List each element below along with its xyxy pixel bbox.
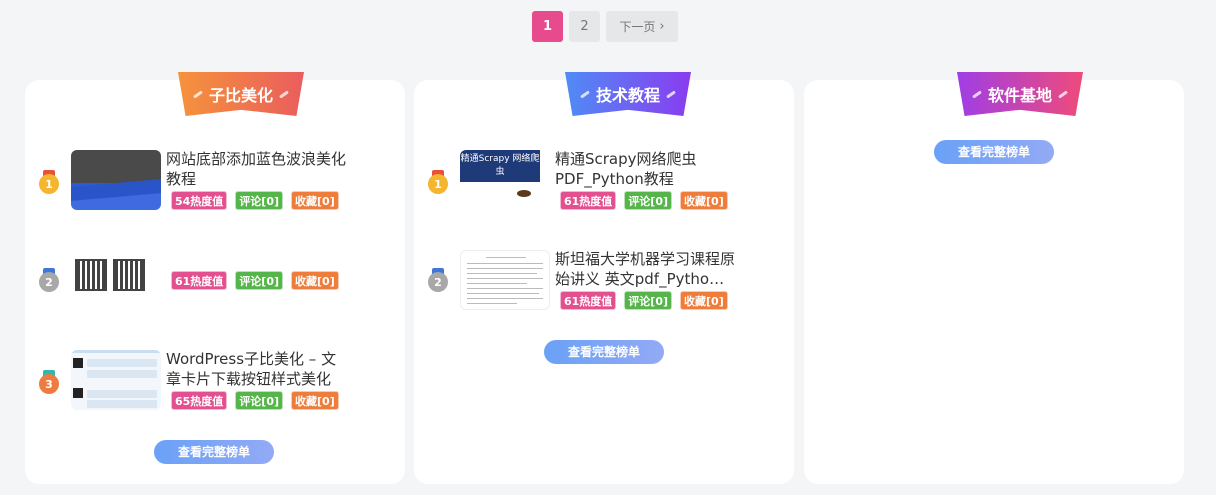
hot-value-badge: 61热度值 [560,191,617,210]
spider-icon [517,190,531,197]
rank-badge-icon: 3 [39,370,59,394]
hot-value-badge: 61热度值 [560,291,617,310]
ribbon-decoration [1058,89,1068,99]
ribbon-decoration [580,89,590,99]
list-item[interactable]: 2 斯坦福大学机器学习课程原始讲义 英文pdf_Pytho… 61热度值 评论[… [414,250,794,312]
favorite-count-badge: 收藏[0] [680,291,728,310]
comment-count-badge: 评论[0] [624,191,673,210]
item-title-link[interactable]: 精通Scrapy网络爬虫PDF_Python教程 [555,149,740,189]
favorite-count-badge: 收藏[0] [680,191,728,210]
item-tags: 61热度值 评论[0] 收藏[0] [560,191,728,210]
thumbnail-image[interactable]: 精通Scrapy 网络爬虫 [460,150,550,210]
card-ribbon-title: 技术教程 [565,72,691,116]
comment-count-badge: 评论[0] [624,291,673,310]
ranking-card-tech-tutorials: 技术教程 1 精通Scrapy 网络爬虫 精通Scrapy网络爬虫PDF_Pyt… [414,72,794,484]
pagination: 1 2 下一页 › [532,11,678,42]
item-tags: 61热度值 评论[0] 收藏[0] [560,291,728,310]
comment-count-badge: 评论[0] [235,191,284,210]
item-tags: 54热度值 评论[0] 收藏[0] [171,191,339,210]
hot-value-badge: 61热度值 [171,271,228,290]
favorite-count-badge: 收藏[0] [291,391,339,410]
page-2-button[interactable]: 2 [569,11,600,42]
comment-count-badge: 评论[0] [235,271,284,290]
list-item[interactable]: 2 61热度值 评论[0] 收藏[0] [25,250,405,312]
hot-value-badge: 54热度值 [171,191,228,210]
favorite-count-badge: 收藏[0] [291,271,339,290]
next-page-button[interactable]: 下一页 › [606,11,678,42]
card-ribbon-title: 子比美化 [178,72,304,116]
rank-badge-icon: 1 [39,170,59,194]
item-title-link[interactable]: 网站底部添加蓝色波浪美化教程 [166,149,351,189]
card-title: 软件基地 [987,86,1052,105]
view-full-ranking-button[interactable]: 查看完整榜单 [154,440,274,464]
ribbon-decoration [279,89,289,99]
item-tags: 65热度值 评论[0] 收藏[0] [171,391,339,410]
card-title: 技术教程 [595,86,660,105]
ribbon-decoration [193,89,203,99]
rank-badge-icon: 1 [428,170,448,194]
qr-code-image [113,259,145,291]
thumbnail-image[interactable] [71,350,161,410]
item-tags: 61热度值 评论[0] 收藏[0] [171,271,339,290]
list-item[interactable]: 1 网站底部添加蓝色波浪美化教程 54热度值 评论[0] 收藏[0] [25,150,405,212]
ribbon-decoration [666,89,676,99]
ribbon-decoration [972,89,982,99]
list-item[interactable]: 3 WordPress子比美化 – 文章卡片下载按钮样式美化 65热度值 评论[… [25,350,405,412]
qr-code-image [75,259,107,291]
hot-value-badge: 65热度值 [171,391,228,410]
rank-badge-icon: 2 [428,268,448,292]
comment-count-badge: 评论[0] [235,391,284,410]
item-title-link[interactable]: 斯坦福大学机器学习课程原始讲义 英文pdf_Pytho… [555,249,740,289]
thumbnail-image[interactable] [71,250,161,310]
chevron-right-icon: › [659,19,665,34]
next-page-label: 下一页 [619,20,656,34]
card-title: 子比美化 [208,86,273,105]
view-full-ranking-button[interactable]: 查看完整榜单 [544,340,664,364]
item-title-link[interactable]: WordPress子比美化 – 文章卡片下载按钮样式美化 [166,349,351,389]
thumbnail-image[interactable] [71,150,161,210]
thumbnail-image[interactable] [460,250,550,310]
page-1-button[interactable]: 1 [532,11,563,42]
rank-badge-icon: 2 [39,268,59,292]
ranking-card-zibi-beautify: 子比美化 1 网站底部添加蓝色波浪美化教程 54热度值 评论[0] 收藏[0] … [25,72,405,484]
ranking-card-software-base: 软件基地 查看完整榜单 [804,72,1184,484]
list-item[interactable]: 1 精通Scrapy 网络爬虫 精通Scrapy网络爬虫PDF_Python教程… [414,150,794,212]
card-ribbon-title: 软件基地 [957,72,1083,116]
book-cover-text: 精通Scrapy 网络爬虫 [460,150,540,182]
favorite-count-badge: 收藏[0] [291,191,339,210]
view-full-ranking-button[interactable]: 查看完整榜单 [934,140,1054,164]
